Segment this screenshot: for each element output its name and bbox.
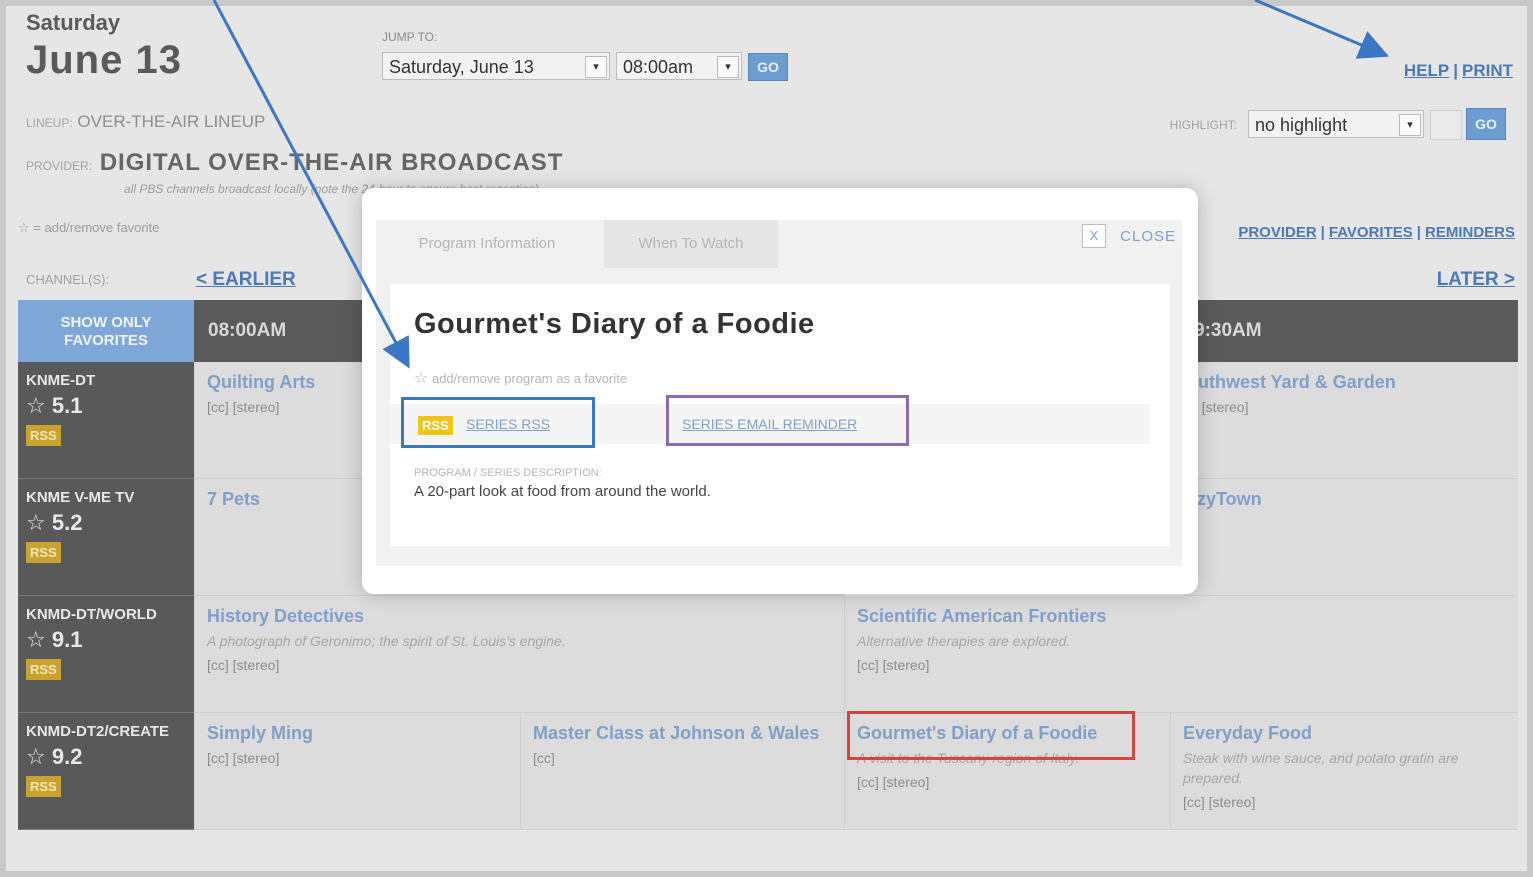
program-title[interactable]: Scientific American Frontiers [857,606,1506,627]
channel-name: KNME V-ME TV [26,489,135,506]
program-flags: c] [stereo] [1187,399,1249,415]
time-select-value: 08:00am [623,57,694,77]
highlight-color-swatch[interactable] [1430,110,1462,140]
favorite-toggle[interactable]: ☆ add/remove program as a favorite [414,368,627,388]
rss-badge[interactable]: RSS [26,776,61,797]
jump-go-button[interactable]: GO [748,53,788,81]
description-label: PROGRAM / SERIES DESCRIPTION: [414,467,602,479]
star-icon[interactable]: ☆ [26,510,46,535]
star-icon: ☆ [18,220,30,235]
program-title[interactable]: azyTown [1187,489,1506,510]
highlight-go-button[interactable]: GO [1466,108,1506,140]
program-title-heading: Gourmet's Diary of a Foodie [414,308,815,340]
day-name: Saturday [26,10,121,35]
program-title[interactable]: outhwest Yard & Garden [1187,372,1506,393]
channel-number: 9.1 [51,627,83,652]
earlier-link[interactable]: < EARLIER [196,269,296,291]
program-info-modal: Program Information When To Watch X CLOS… [362,188,1198,594]
program-description: A 20-part look at food from around the w… [414,483,711,500]
schedule-date: June 13 [26,38,182,82]
dropdown-arrow-icon: ▾ [717,56,739,78]
close-button[interactable]: CLOSE [1120,228,1176,245]
program-flags: [cc] [533,750,555,766]
program-title[interactable]: Master Class at Johnson & Wales [533,723,832,744]
program-description: Steak with wine sauce, and potato gratin… [1183,750,1459,786]
date-select[interactable]: Saturday, June 13 ▾ [382,52,610,80]
dropdown-arrow-icon: ▾ [585,56,607,78]
provider-row: PROVIDER: DIGITAL OVER-THE-AIR BROADCAST [26,149,563,177]
channels-label: CHANNEL(S): [26,272,110,287]
reminders-filter-link[interactable]: REMINDERS [1425,224,1515,241]
rss-badge[interactable]: RSS [26,659,61,680]
channel-number: 5.1 [51,393,83,418]
program-flags: [cc] [stereo] [207,750,280,766]
star-icon[interactable]: ☆ [26,393,46,418]
time-slot-header: 08:00AM [208,320,287,341]
channel-name: KNMD-DT2/CREATE [26,723,170,740]
tab-when-to-watch[interactable]: When To Watch [604,220,778,268]
program-flags: [cc] [stereo] [857,774,930,790]
channel-name: KNMD-DT/WORLD [26,606,157,623]
help-print-links: HELP | PRINT [1403,61,1513,80]
star-icon[interactable]: ☆ [414,370,428,387]
annotation-box-red [847,711,1135,760]
tab-program-information[interactable]: Program Information [376,220,598,268]
program-flags: [cc] [stereo] [1183,794,1256,810]
channel-row: KNMD-DT2/CREATE ☆ 9.2 RSS Simply Ming [c… [18,713,1518,830]
program-cell[interactable]: azyTown [1184,479,1518,596]
later-link[interactable]: LATER > [1437,269,1515,291]
favorites-filter-link[interactable]: FAVORITES [1329,224,1413,241]
annotation-box-purple [666,395,909,446]
channel-row: KNMD-DT/WORLD ☆ 9.1 RSS History Detectiv… [18,596,1518,713]
channel-cell: KNME V-ME TV ☆ 5.2 RSS [18,479,194,596]
highlight-label: HIGHLIGHT: [1169,118,1237,132]
channel-cell: KNMD-DT/WORLD ☆ 9.1 RSS [18,596,194,713]
show-only-favorites-button[interactable]: SHOW ONLY FAVORITES [18,300,194,362]
provider-label: PROVIDER: [26,159,93,173]
program-title[interactable]: Everyday Food [1183,723,1506,744]
lineup-row: LINEUP: OVER-THE-AIR LINEUP [26,112,265,132]
program-description: Alternative therapies are explored. [857,633,1071,649]
dropdown-arrow-icon: ▾ [1399,114,1421,136]
favorites-legend-text: = add/remove favorite [33,220,160,235]
highlight-select[interactable]: no highlight ▾ [1248,110,1424,138]
highlight-select-value: no highlight [1255,115,1348,135]
close-icon[interactable]: X [1082,224,1106,248]
rss-badge[interactable]: RSS [26,542,61,563]
program-cell[interactable]: outhwest Yard & Garden c] [stereo] [1184,362,1518,479]
annotation-box-blue [401,397,595,448]
filter-links: PROVIDER | FAVORITES | REMINDERS [1238,224,1515,241]
jump-to-label: JUMP TO: [382,30,438,44]
program-cell[interactable]: Scientific American Frontiers Alternativ… [844,596,1518,713]
time-select[interactable]: 08:00am ▾ [616,52,742,80]
channel-name: KNME-DT [26,372,96,389]
star-icon[interactable]: ☆ [26,627,46,652]
lineup-value[interactable]: OVER-THE-AIR LINEUP [77,112,265,131]
program-cell[interactable]: Master Class at Johnson & Wales [cc] [520,713,844,830]
rss-badge[interactable]: RSS [26,425,61,446]
program-cell[interactable]: History Detectives A photograph of Geron… [194,596,844,713]
time-slot-header: 9:30AM [1194,320,1262,341]
favorite-toggle-text: add/remove program as a favorite [431,371,628,386]
print-link[interactable]: PRINT [1462,61,1513,80]
program-flags: [cc] [stereo] [207,657,280,673]
program-flags: [cc] [stereo] [857,657,930,673]
provider-value: DIGITAL OVER-THE-AIR BROADCAST [99,149,564,176]
program-cell[interactable]: Simply Ming [cc] [stereo] [194,713,520,830]
program-title[interactable]: History Detectives [207,606,832,627]
channel-number: 9.2 [51,744,83,769]
channel-cell: KNME-DT ☆ 5.1 RSS [18,362,194,479]
date-select-value: Saturday, June 13 [389,57,534,77]
channel-number: 5.2 [51,510,83,535]
lineup-label: LINEUP: [26,116,73,130]
favorites-legend: ☆ = add/remove favorite [18,220,159,236]
program-cell[interactable]: Everyday Food Steak with wine sauce, and… [1170,713,1518,830]
program-description: A photograph of Geronimo; the spirit of … [207,633,566,649]
provider-filter-link[interactable]: PROVIDER [1238,224,1316,241]
program-title[interactable]: Simply Ming [207,723,508,744]
star-icon[interactable]: ☆ [26,744,46,769]
channel-cell: KNMD-DT2/CREATE ☆ 9.2 RSS [18,713,194,830]
help-link[interactable]: HELP [1404,61,1449,80]
